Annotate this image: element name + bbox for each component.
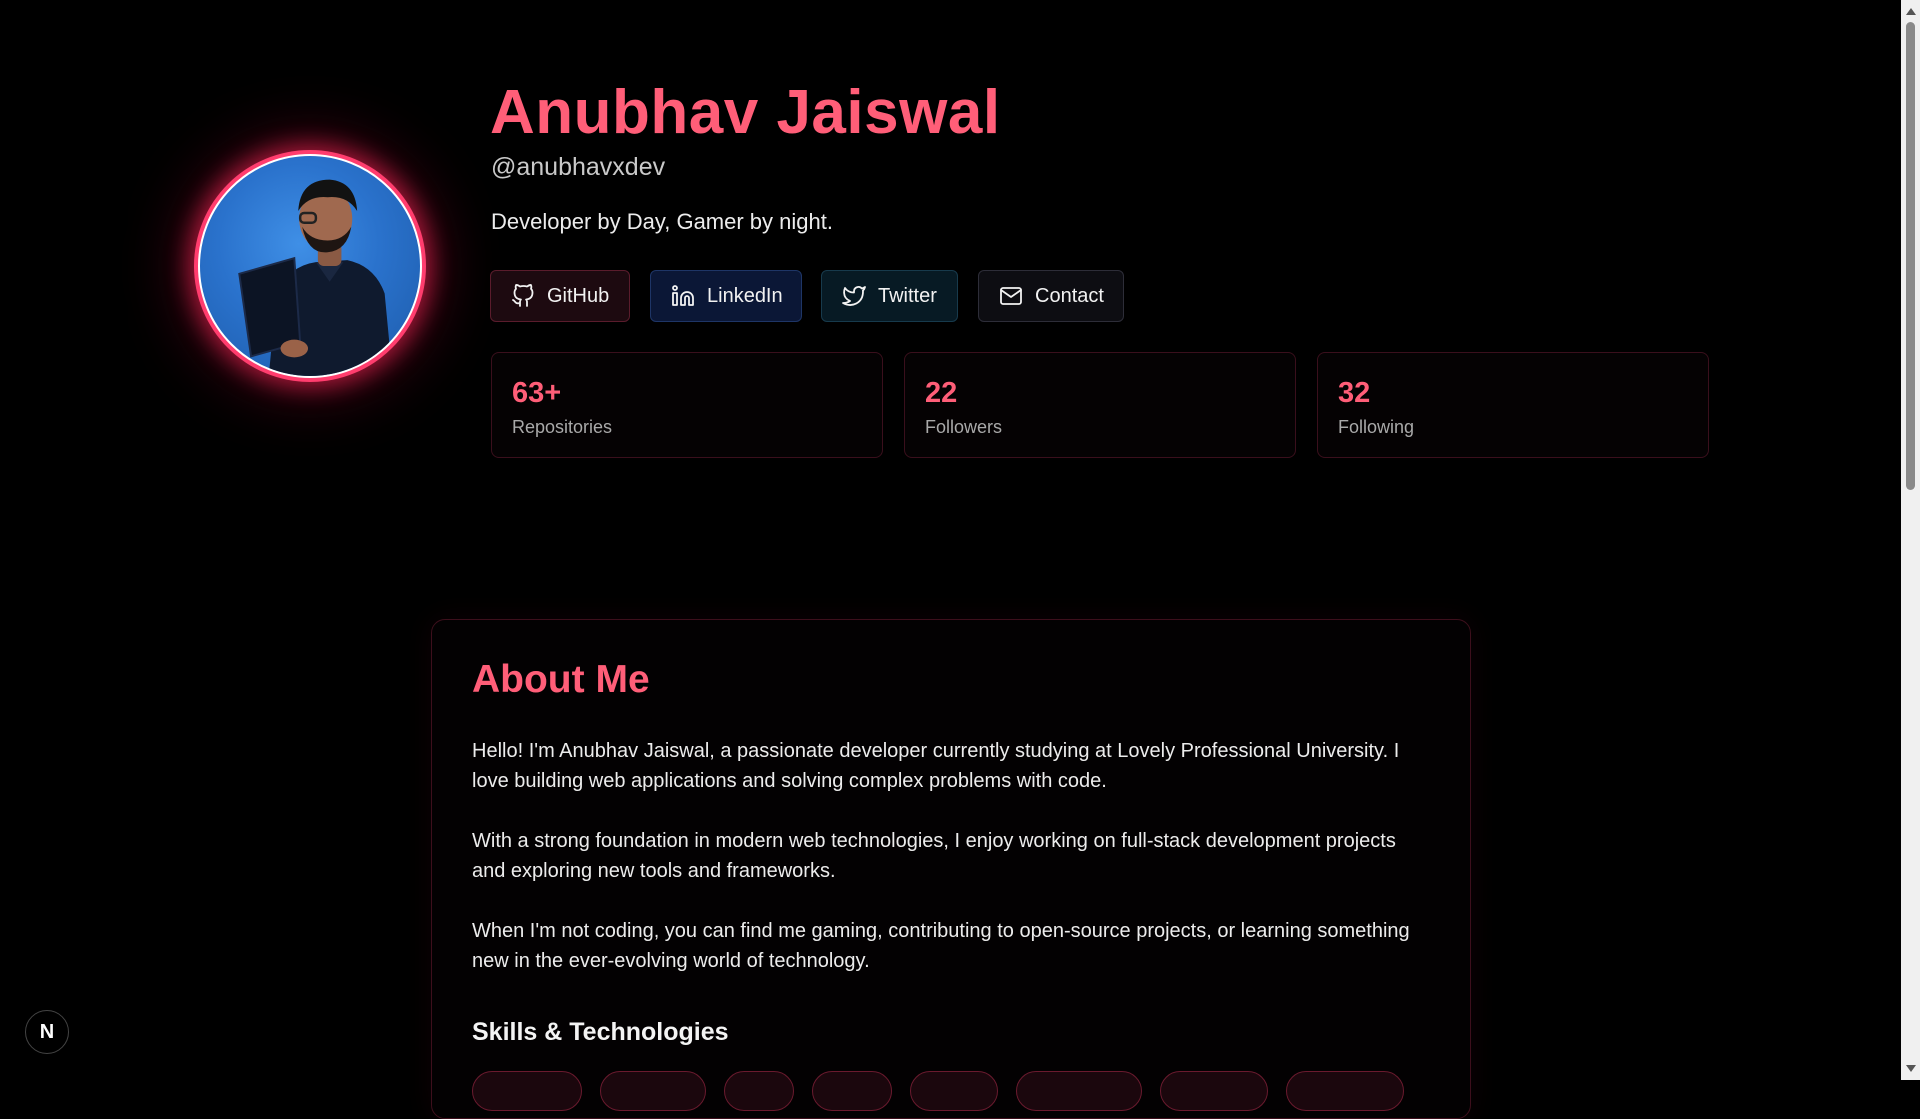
- skill-chip: [724, 1071, 794, 1111]
- stat-card-followers: 22 Followers: [904, 352, 1296, 458]
- next-badge[interactable]: N: [25, 1010, 69, 1054]
- stat-value: 22: [925, 377, 958, 409]
- stat-label: Followers: [925, 417, 1003, 437]
- linkedin-label: LinkedIn: [707, 284, 783, 307]
- avatar: [198, 154, 422, 378]
- stat-value: 32: [1338, 377, 1371, 409]
- skill-chip: [600, 1071, 706, 1111]
- github-icon: [512, 284, 534, 307]
- skill-chip: [910, 1071, 998, 1111]
- contact-button[interactable]: Contact: [978, 270, 1124, 322]
- skill-chip: [472, 1071, 582, 1111]
- linkedin-button[interactable]: LinkedIn: [650, 270, 802, 322]
- mail-icon: [1000, 287, 1022, 305]
- about-paragraph: With a strong foundation in modern web t…: [472, 830, 1396, 882]
- github-label: GitHub: [547, 284, 610, 307]
- about-paragraph: Hello! I'm Anubhav Jaiswal, a passionate…: [472, 740, 1400, 792]
- github-button[interactable]: GitHub: [490, 270, 630, 322]
- skills-title: Skills & Technologies: [472, 1018, 729, 1046]
- skill-chip: [1016, 1071, 1142, 1111]
- skill-chip: [1286, 1071, 1404, 1111]
- contact-label: Contact: [1035, 284, 1104, 307]
- twitter-label: Twitter: [878, 284, 937, 307]
- about-paragraph: When I'm not coding, you can find me gam…: [472, 920, 1410, 972]
- next-logo-icon: N: [39, 1020, 55, 1043]
- profile-handle: @anubhavxdev: [491, 153, 666, 181]
- about-card: About Me Hello! I'm Anubhav Jaiswal, a p…: [431, 619, 1471, 1119]
- skill-chip: [1160, 1071, 1268, 1111]
- skill-chip: [812, 1071, 892, 1111]
- profile-page: Anubhav Jaiswal @anubhavxdev Developer b…: [0, 0, 1901, 1119]
- profile-tagline: Developer by Day, Gamer by night.: [491, 209, 833, 234]
- stat-value: 63+: [512, 377, 562, 409]
- stat-card-following: 32 Following: [1317, 352, 1709, 458]
- scroll-up-icon[interactable]: [1906, 8, 1916, 15]
- linkedin-icon: [672, 285, 694, 306]
- scroll-thumb[interactable]: [1906, 22, 1915, 490]
- about-title: About Me: [472, 658, 650, 701]
- scrollbar[interactable]: [1901, 0, 1920, 1080]
- profile-name: Anubhav Jaiswal: [490, 78, 1001, 147]
- scroll-down-icon[interactable]: [1906, 1065, 1916, 1072]
- twitter-button[interactable]: Twitter: [821, 270, 958, 322]
- stat-label: Following: [1338, 417, 1415, 437]
- avatar-ring: [194, 150, 426, 382]
- stat-card-repositories: 63+ Repositories: [491, 352, 883, 458]
- profile-photo-icon: [238, 179, 393, 376]
- twitter-icon: [842, 286, 866, 306]
- stat-label: Repositories: [512, 417, 613, 437]
